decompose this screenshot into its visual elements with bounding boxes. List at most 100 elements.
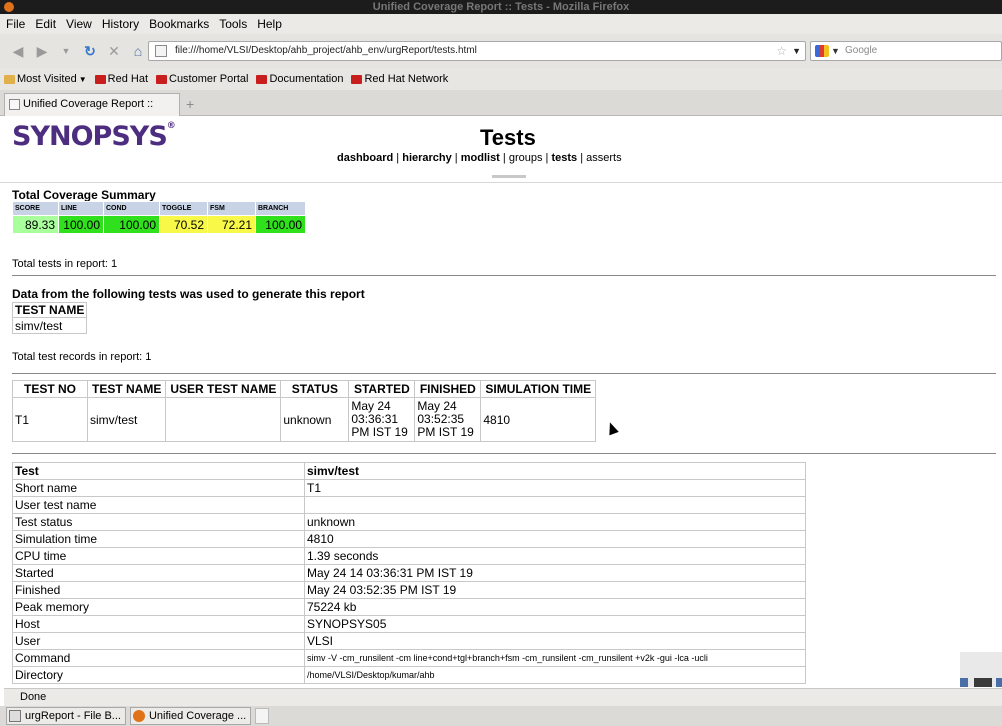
table-row: Finished May 24 03:52:35 PM IST 19 [12, 581, 806, 599]
cov-header-score: SCORE [12, 201, 59, 216]
table-row: Test simv/test [12, 462, 806, 480]
history-dropdown-icon[interactable]: ▼ [56, 41, 76, 61]
menu-edit[interactable]: Edit [35, 17, 56, 31]
nav-separator: | [577, 152, 587, 164]
detail-key: User test name [12, 496, 305, 514]
finished-zone: PM IST 19 [417, 425, 474, 439]
registered-mark: ® [166, 121, 176, 131]
page-file-icon [155, 45, 167, 57]
menu-tools[interactable]: Tools [219, 17, 247, 31]
search-bar[interactable]: ▼ Google [810, 41, 1002, 61]
window-titlebar: Unified Coverage Report :: Tests - Mozil… [0, 0, 1002, 14]
nav-separator: | [451, 152, 461, 164]
nav-link-modlist[interactable]: modlist [461, 152, 500, 164]
section-divider [12, 275, 996, 276]
total-tests-text: Total tests in report: 1 [12, 258, 118, 270]
taskbar-label: Unified Coverage ... [148, 710, 247, 722]
taskbar-file-browser[interactable]: urgReport - File B... [6, 707, 126, 725]
home-icon[interactable]: ⌂ [128, 41, 148, 61]
table-row: Simulation time 4810 [12, 530, 806, 548]
detail-key: Finished [12, 581, 305, 599]
new-tab-icon[interactable]: + [186, 96, 194, 112]
nav-link-hierarchy[interactable]: hierarchy [402, 152, 452, 164]
detail-value: SYNOPSYS05 [304, 615, 806, 633]
scroll-thumb[interactable] [974, 678, 992, 687]
coverage-summary-title: Total Coverage Summary [12, 188, 156, 202]
runs-cell-started: May 24 03:36:31 PM IST 19 [348, 397, 416, 442]
runs-header-simulation-time: SIMULATION TIME [480, 380, 597, 398]
frame-resize-grip[interactable] [492, 175, 526, 178]
scroll-right-icon[interactable] [996, 678, 1002, 687]
file-browser-icon [9, 710, 21, 722]
bookmark-most-visited[interactable]: Most Visited ▼ [4, 73, 87, 85]
bookmark-star-icon[interactable]: ☆ [776, 42, 787, 60]
nav-link-asserts[interactable]: asserts [586, 152, 621, 164]
menu-view[interactable]: View [66, 17, 92, 31]
status-text: Done [20, 691, 47, 703]
url-dropdown-icon[interactable]: ▼ [792, 42, 801, 60]
bookmark-documentation[interactable]: Documentation [256, 73, 343, 85]
started-zone: PM IST 19 [351, 425, 408, 439]
window-title: Unified Coverage Report :: Tests - Mozil… [372, 1, 630, 13]
runs-header-status: STATUS [280, 380, 350, 398]
runs-cell-test-no: T1 [12, 397, 88, 442]
nav-link-groups[interactable]: groups [509, 152, 543, 164]
detail-key: Started [12, 564, 305, 582]
forward-arrow-icon[interactable]: ▶ [32, 41, 52, 61]
detail-key: Test [12, 462, 305, 480]
detail-value: simv/test [304, 462, 806, 480]
back-arrow-icon[interactable]: ◀ [8, 41, 28, 61]
chevron-down-icon: ▼ [78, 74, 87, 84]
menu-history[interactable]: History [102, 17, 139, 31]
reload-icon[interactable]: ↻ [80, 41, 100, 61]
firefox-icon [4, 2, 14, 12]
search-engine-icon[interactable] [815, 45, 829, 57]
redhat-icon [94, 74, 106, 84]
bookmark-red-hat-network[interactable]: Red Hat Network [351, 73, 448, 85]
menu-bar: File Edit View History Bookmarks Tools H… [0, 14, 1002, 34]
menu-bookmarks[interactable]: Bookmarks [149, 17, 209, 31]
menu-file[interactable]: File [6, 17, 25, 31]
nav-link-dashboard[interactable]: dashboard [337, 152, 393, 164]
runs-cell-user-test-name [165, 397, 282, 442]
nav-link-tests[interactable]: tests [551, 152, 577, 164]
table-row: User test name [12, 496, 806, 514]
cov-value-fsm: 72.21 [207, 215, 256, 234]
cov-header-line: LINE [58, 201, 104, 216]
taskbar: urgReport - File B... Unified Coverage .… [0, 706, 1002, 726]
detail-value: VLSI [304, 632, 806, 650]
runs-cell-finished: May 24 03:52:35 PM IST 19 [414, 397, 482, 442]
redhat-icon [156, 74, 167, 84]
detail-key: Host [12, 615, 305, 633]
bookmark-customer-portal[interactable]: Customer Portal [156, 73, 248, 85]
search-engine-dropdown-icon[interactable]: ▼ [831, 42, 840, 60]
cov-header-fsm: FSM [207, 201, 256, 216]
bookmark-label: Red Hat Network [364, 73, 449, 85]
detail-key: Test status [12, 513, 305, 531]
cov-header-toggle: TOGGLE [159, 201, 208, 216]
test-name-table: TEST NAME simv/test [11, 302, 88, 334]
test-name-header: TEST NAME [11, 302, 88, 318]
bookmark-red-hat[interactable]: Red Hat [94, 73, 148, 85]
header-divider [0, 182, 1002, 183]
test-detail-table: Test simv/test Short name T1 User test na… [12, 462, 806, 684]
total-records-text: Total test records in report: 1 [12, 351, 152, 363]
tab-unified-coverage-report[interactable]: Unified Coverage Report :: Tests [4, 93, 180, 131]
url-bar[interactable]: file:///home/VLSI/Desktop/ahb_project/ah… [148, 41, 806, 61]
runs-header-started: STARTED [348, 380, 416, 398]
side-scroll-widget[interactable] [960, 652, 1002, 687]
scroll-left-icon[interactable] [960, 678, 968, 687]
report-nav: dashboard | hierarchy | modlist | groups… [337, 152, 622, 164]
workspace-switcher[interactable] [255, 708, 270, 724]
stop-icon[interactable]: ✕ [104, 41, 124, 61]
runs-cell-test-name[interactable]: simv/test [86, 397, 167, 442]
test-name-cell[interactable]: simv/test [11, 317, 88, 334]
detail-value: 4810 [304, 530, 806, 548]
runs-cell-simulation-time: 4810 [480, 397, 597, 442]
menu-help[interactable]: Help [257, 17, 282, 31]
page-content: SYNOPSYS® Tests dashboard | hierarchy | … [0, 117, 1002, 687]
page-title: Tests [480, 125, 536, 150]
table-row: Short name T1 [12, 479, 806, 497]
table-row: Directory/home/VLSI/Desktop/kumar/ahb [12, 666, 806, 684]
taskbar-firefox[interactable]: Unified Coverage ... [129, 707, 252, 725]
